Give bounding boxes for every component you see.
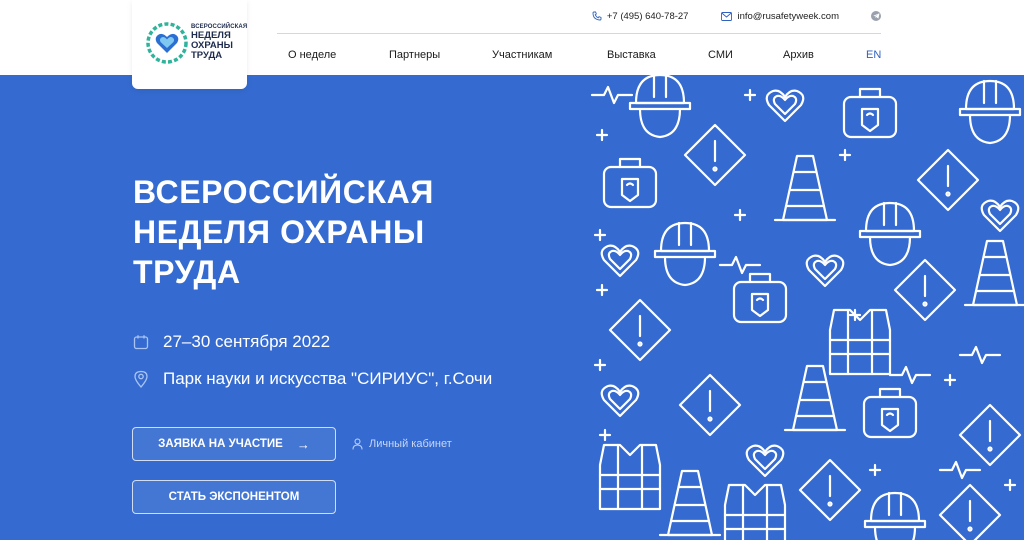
nav-item-archive[interactable]: Архив <box>783 49 814 61</box>
nav-item-exhibition[interactable]: Выставка <box>607 49 656 61</box>
dates-text: 27–30 сентября 2022 <box>163 332 331 351</box>
main-nav: О неделе Партнеры Участникам Выставка СМ… <box>277 47 881 63</box>
telegram-icon[interactable] <box>871 11 881 21</box>
user-icon <box>352 438 363 450</box>
apply-button[interactable]: ЗАЯВКА НА УЧАСТИЕ → <box>132 427 336 461</box>
calendar-icon <box>133 335 149 350</box>
hero-banner: ВСЕРОССИЙСКАЯ НЕДЕЛЯ ОХРАНЫ ТРУДА 27–30 … <box>0 75 1024 540</box>
safety-pattern-illustration <box>590 75 1024 540</box>
contact-bar: +7 (495) 640-78-27 info@rusafetyweek.com <box>559 9 881 23</box>
event-dates: 27–30 сентября 2022 <box>133 332 330 352</box>
logo-emblem-icon <box>146 22 188 64</box>
mail-icon <box>721 11 733 21</box>
apply-button-label: ЗАЯВКА НА УЧАСТИЕ <box>158 438 283 450</box>
title-line-1: ВСЕРОССИЙСКАЯ <box>133 174 434 210</box>
nav-divider <box>277 33 881 34</box>
nav-item-about[interactable]: О неделе <box>288 49 336 61</box>
personal-account-link[interactable]: Личный кабинет <box>352 438 452 450</box>
title-line-3: ТРУДА <box>133 254 241 290</box>
logo-line-3: ТРУДА <box>191 50 223 61</box>
email-link[interactable]: info@rusafetyweek.com <box>721 11 839 22</box>
nav-item-partners[interactable]: Партнеры <box>389 49 440 61</box>
logo-text: ВСЕРОССИЙСКАЯ НЕДЕЛЯ ОХРАНЫ ТРУДА <box>191 24 247 61</box>
nav-item-media[interactable]: СМИ <box>708 49 733 61</box>
phone-link[interactable]: +7 (495) 640-78-27 <box>592 10 689 22</box>
nav-item-language-en[interactable]: EN <box>866 49 881 61</box>
title-line-2: НЕДЕЛЯ ОХРАНЫ <box>133 214 425 250</box>
cabinet-label: Личный кабинет <box>369 438 452 450</box>
phone-icon <box>592 11 602 21</box>
phone-text: +7 (495) 640-78-27 <box>606 10 689 22</box>
page-title: ВСЕРОССИЙСКАЯ НЕДЕЛЯ ОХРАНЫ ТРУДА <box>133 172 553 292</box>
nav-item-participants[interactable]: Участникам <box>492 49 552 61</box>
exhibit-button-label: СТАТЬ ЭКСПОНЕНТОМ <box>168 491 300 503</box>
event-location: Парк науки и искусства "СИРИУС", г.Сочи <box>133 369 492 389</box>
email-text: info@rusafetyweek.com <box>737 10 839 22</box>
location-pin-icon <box>134 370 148 388</box>
logo[interactable]: ВСЕРОССИЙСКАЯ НЕДЕЛЯ ОХРАНЫ ТРУДА <box>132 0 247 89</box>
become-exhibitor-button[interactable]: СТАТЬ ЭКСПОНЕНТОМ <box>132 480 336 514</box>
arrow-right-icon: → <box>296 436 310 452</box>
site-header: ВСЕРОССИЙСКАЯ НЕДЕЛЯ ОХРАНЫ ТРУДА +7 (49… <box>0 0 1024 89</box>
place-text: Парк науки и искусства "СИРИУС", г.Сочи <box>163 369 493 388</box>
